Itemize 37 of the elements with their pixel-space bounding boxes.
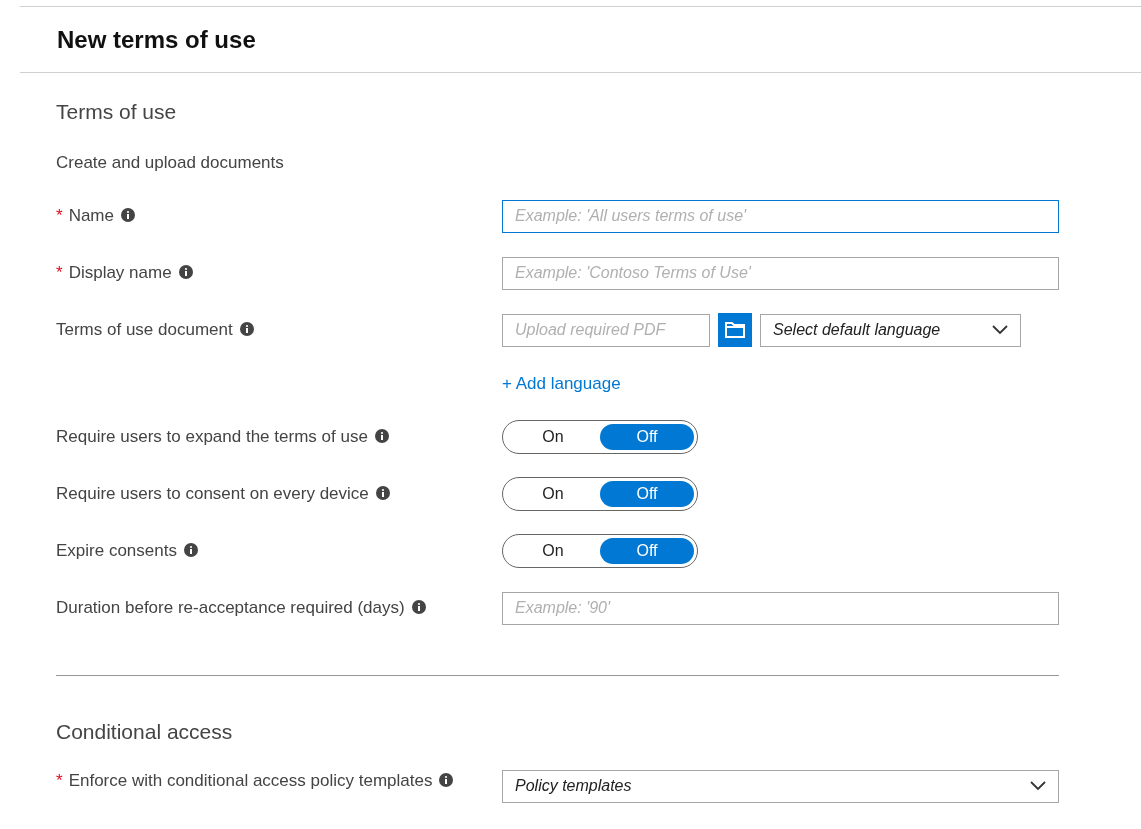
toggle-switch[interactable]: On Off [502,420,698,454]
chevron-down-icon [992,325,1008,335]
text-field[interactable]: Example: 'All users terms of use' [502,199,1059,233]
language-dropdown[interactable]: Select default language [760,313,1021,347]
field-label: Enforce with conditional access policy templates [68,770,433,790]
info-icon[interactable] [374,429,389,443]
field-label: Expire consents [56,541,177,560]
field-label: Name [68,206,114,225]
chevron-down-icon [1030,781,1046,791]
info-icon[interactable] [239,322,254,336]
field-label: Display name [68,263,172,282]
section-subtitle: Create and upload documents [56,152,285,174]
field-label: Require users to expand the terms of use [56,427,368,446]
required-asterisk: * [56,263,63,282]
text-field[interactable]: Example: '90' [502,591,1059,625]
section-heading: Conditional access [56,718,234,745]
required-asterisk: * [56,206,63,225]
field-label: Require users to consent on every device [56,484,369,503]
toggle-switch[interactable]: On Off [502,534,698,568]
folder-icon [724,321,746,339]
browse-button[interactable] [718,313,752,347]
toggle-switch[interactable]: On Off [502,477,698,511]
info-icon[interactable] [178,265,193,279]
page-title: New terms of use [57,24,256,55]
upload-field[interactable]: Upload required PDF [502,313,710,347]
info-icon[interactable] [439,772,454,787]
info-icon[interactable] [375,486,390,500]
info-icon[interactable] [411,600,426,614]
field-label: Duration before re-acceptance required (days) [56,598,405,617]
policy-dropdown[interactable]: Policy templates [502,769,1059,803]
info-icon[interactable] [121,208,135,222]
text-field[interactable]: Example: 'Contoso Terms of Use' [502,256,1059,290]
info-icon[interactable] [183,543,198,557]
section-heading: Terms of use [56,99,178,125]
add-language-link[interactable]: + Add language [502,370,621,397]
required-asterisk: * [56,770,63,790]
field-label: Terms of use document [56,320,233,339]
